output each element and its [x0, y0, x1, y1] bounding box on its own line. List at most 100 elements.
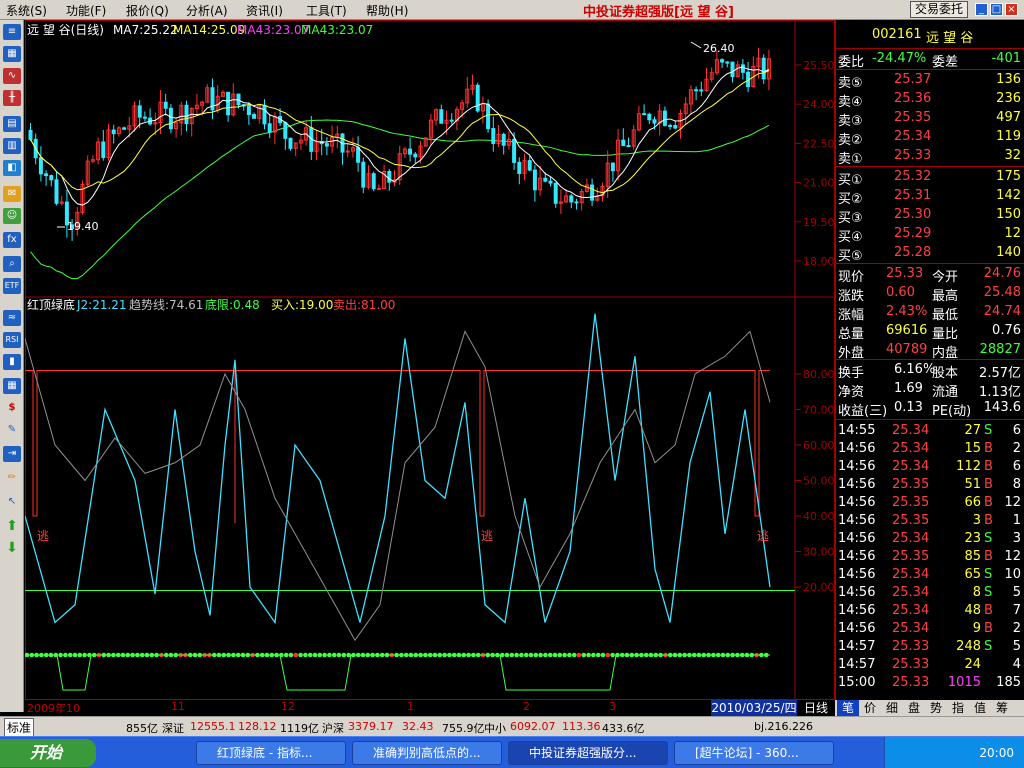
current-date: 2010/03/25/四	[711, 700, 797, 716]
fx-icon[interactable]: fx	[3, 232, 21, 248]
ma43b-label: MA43:23.07	[301, 23, 373, 37]
calendar-icon[interactable]: ▦	[3, 378, 21, 394]
dollar-icon[interactable]: $	[3, 400, 21, 416]
ma7-label: MA7:25.22	[113, 23, 178, 37]
wave-icon[interactable]: ≈	[3, 310, 21, 326]
start-button[interactable]: 开始	[0, 739, 96, 767]
users-icon[interactable]: ☺	[3, 208, 21, 224]
stat-value: 1.69	[894, 381, 923, 396]
import-icon[interactable]: ⇥	[3, 446, 21, 462]
menu-function[interactable]: 功能(F)	[66, 2, 106, 19]
candle-body	[501, 133, 506, 146]
tick-count: 5	[1012, 585, 1021, 600]
indicator-tick-label: 60.00	[803, 439, 835, 452]
weibi-row: 委比 -24.47% 委差 -401	[836, 50, 1024, 70]
tab-book[interactable]: 盘	[903, 700, 925, 716]
stat-label: 今开	[932, 270, 959, 285]
tick-side: S	[984, 567, 993, 582]
indicator-tick-label: 30.00	[803, 546, 835, 559]
tick-price: 25.35	[892, 513, 930, 528]
chart-area[interactable]: 远 望 谷(日线) MA7:25.22 MA14:25.09 MA43:23.0…	[25, 20, 835, 700]
tools-icon[interactable]: ✎	[3, 422, 21, 438]
task-item-active[interactable]: 中投证券超强版分...	[508, 741, 668, 765]
candle-body	[699, 89, 704, 92]
tick-row: 14:56 25.34 15 B 2	[836, 440, 1024, 458]
rsi-icon[interactable]: RSI	[3, 332, 21, 348]
stat-label: 收益(三)	[838, 404, 888, 419]
search-icon[interactable]: ⌕	[3, 256, 21, 272]
arrow-down-icon[interactable]: ⬇	[3, 540, 21, 556]
order-label: 买③	[838, 211, 863, 226]
pointer-icon[interactable]: ↖	[3, 494, 21, 510]
signal-dot	[519, 652, 524, 658]
menu-help[interactable]: 帮助(H)	[366, 2, 408, 19]
tick-volume: 65	[964, 567, 981, 582]
news-icon[interactable]: ◧	[3, 160, 21, 176]
mode-selector[interactable]: 标准	[4, 718, 35, 737]
menu-quote[interactable]: 报价(Q)	[126, 2, 169, 19]
candle-chart-icon[interactable]: ╫	[3, 90, 21, 106]
app-window: 系统(S) 功能(F) 报价(Q) 分析(A) 资讯(I) 工具(T) 帮助(H…	[0, 0, 1024, 768]
menu-info[interactable]: 资讯(I)	[246, 2, 283, 19]
candle-body	[111, 129, 116, 135]
tick-price: 25.34	[892, 441, 930, 456]
line-chart-icon[interactable]: ∿	[3, 68, 21, 84]
tab-trend[interactable]: 势	[925, 700, 947, 716]
tick-volume: 66	[964, 495, 981, 510]
menu-tools[interactable]: 工具(T)	[306, 2, 347, 19]
period-label[interactable]: 日线	[797, 700, 835, 716]
tick-side: B	[984, 495, 993, 510]
order-label: 卖③	[838, 114, 863, 129]
trade-button[interactable]: 交易委托	[910, 1, 968, 18]
tab-detail[interactable]: 细	[881, 700, 903, 716]
stat-value: 2.57亿	[979, 366, 1021, 381]
signal-dot	[605, 652, 611, 658]
stat-label: 最高	[932, 289, 959, 304]
task-item[interactable]: [超牛论坛] - 360...	[674, 741, 834, 765]
month-label: 11	[171, 700, 185, 713]
candle-body	[163, 101, 168, 109]
tab-chips[interactable]: 筹	[991, 700, 1013, 716]
list-icon[interactable]: ≡	[3, 24, 21, 40]
menu-system[interactable]: 系统(S)	[6, 2, 47, 19]
buy-order-row: 买① 25.32 175	[836, 168, 1024, 188]
close-icon[interactable]: ×	[1005, 3, 1018, 16]
task-item[interactable]: 红顶绿底 - 指标...	[196, 741, 346, 765]
arrow-up-icon[interactable]: ⬆	[3, 518, 21, 534]
pencil-icon[interactable]: ✏	[3, 470, 21, 486]
month-label: 12	[281, 700, 295, 713]
table-icon[interactable]: ▤	[3, 116, 21, 132]
tick-time: 15:00	[838, 675, 876, 690]
tab-value[interactable]: 值	[969, 700, 991, 716]
signal-dot	[288, 652, 294, 658]
stat-value: 40789	[886, 342, 928, 357]
restore-icon[interactable]: □	[990, 3, 1003, 16]
menu-analysis[interactable]: 分析(A)	[186, 2, 228, 19]
separator	[836, 359, 1024, 360]
volume-icon[interactable]: ▮	[3, 354, 21, 370]
stat-value: 25.33	[886, 266, 924, 281]
tab-price[interactable]: 价	[859, 700, 881, 716]
indicator-tick-label: 80.00	[803, 368, 835, 381]
candle-body	[517, 161, 522, 174]
kline-chart-svg[interactable]: 远 望 谷(日线) MA7:25.22 MA14:25.09 MA43:23.0…	[25, 20, 835, 700]
mail-icon[interactable]: ✉	[3, 186, 21, 202]
tab-index[interactable]: 指	[947, 700, 969, 716]
grid-icon[interactable]: ▦	[3, 46, 21, 62]
candle-body	[610, 162, 615, 172]
candle-body	[647, 113, 652, 121]
tick-price: 25.33	[892, 675, 930, 690]
stock-label: 远 望 谷(日线)	[27, 23, 104, 37]
minimize-icon[interactable]: _	[975, 3, 988, 16]
report-icon[interactable]: ▥	[3, 138, 21, 154]
signal-dot	[303, 652, 308, 658]
candle-body	[38, 157, 43, 175]
etf-icon[interactable]: ETF	[3, 278, 21, 294]
status-bar: 标准 855亿 深证 12555.1 128.12 1119亿 沪深 3379.…	[0, 716, 1024, 737]
tab-trades[interactable]: 笔	[837, 700, 859, 716]
sell-order-row: 卖③ 25.35 497	[836, 109, 1024, 129]
price-tick-label: 18.00	[803, 255, 835, 268]
candles-group	[28, 47, 771, 241]
task-item[interactable]: 准确判别高低点的...	[352, 741, 502, 765]
order-volume: 119	[996, 129, 1021, 144]
